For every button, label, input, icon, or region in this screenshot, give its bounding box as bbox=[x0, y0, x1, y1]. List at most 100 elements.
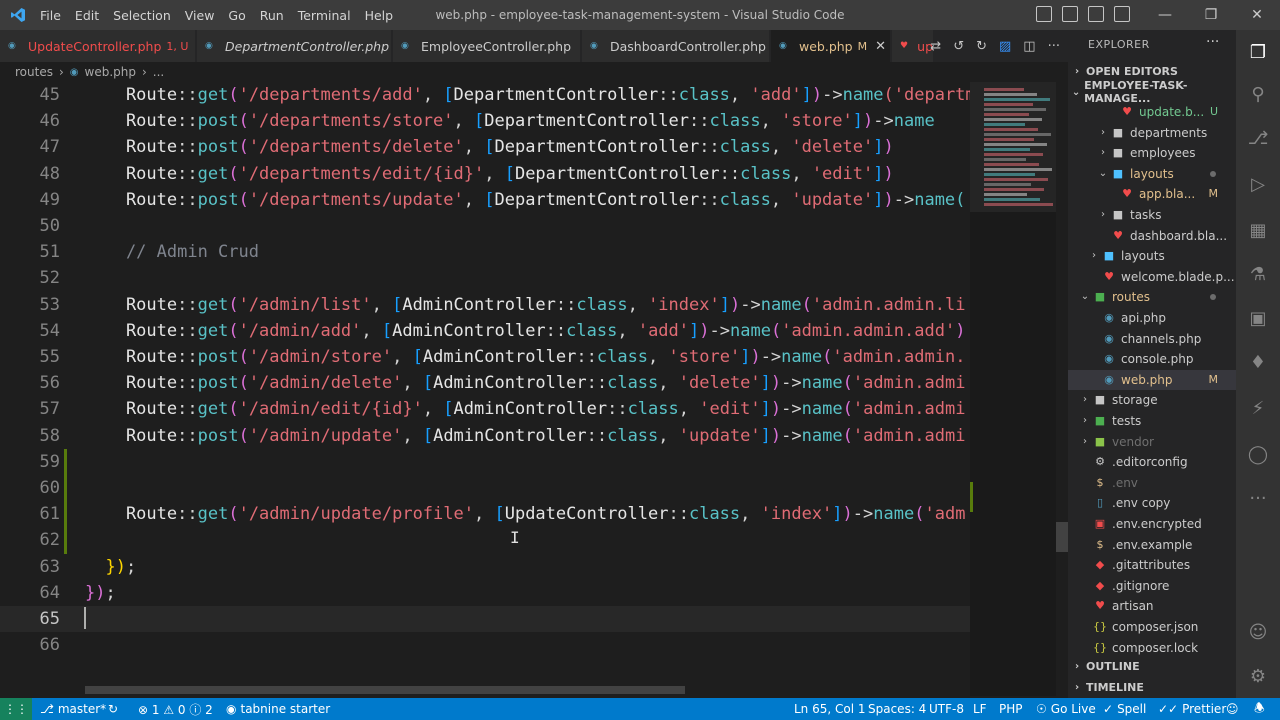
remote-indicator-icon[interactable]: ⋮⋮ bbox=[0, 698, 32, 720]
minimize-icon[interactable]: — bbox=[1142, 0, 1188, 30]
code-line[interactable]: 56 Route::post('/admin/delete', [AdminCo… bbox=[0, 370, 970, 396]
menu-item-run[interactable]: Run bbox=[260, 8, 284, 23]
tree-item-dashboard-bla[interactable]: ♥ dashboard.bla... bbox=[1068, 226, 1236, 246]
tree-item-channels-php[interactable]: ◉ channels.php bbox=[1068, 329, 1236, 349]
close-window-icon[interactable]: ✕ bbox=[1234, 0, 1280, 30]
tree-item-editorconfig[interactable]: ⚙ .editorconfig bbox=[1068, 452, 1236, 472]
code-line[interactable]: 46 Route::post('/departments/store', [De… bbox=[0, 108, 970, 134]
tree-item-env-copy[interactable]: ▯ .env copy bbox=[1068, 493, 1236, 513]
code-line[interactable]: 55 Route::post('/admin/store', [AdminCon… bbox=[0, 344, 970, 370]
feedback-icon[interactable]: ☺ bbox=[1226, 698, 1239, 720]
spell-check[interactable]: ✓ Spell bbox=[1103, 698, 1146, 720]
code-line[interactable]: 53 Route::get('/admin/list', [AdminContr… bbox=[0, 292, 970, 318]
tab-web-php[interactable]: ◉ web.php M ✕ bbox=[771, 30, 891, 62]
code-editor[interactable]: 45 Route::get('/departments/add', [Depar… bbox=[0, 82, 1068, 696]
extensions-icon[interactable]: ▦ bbox=[1246, 218, 1270, 242]
code-line[interactable]: 48 Route::get('/departments/edit/{id}', … bbox=[0, 161, 970, 187]
menu-item-file[interactable]: File bbox=[40, 8, 61, 23]
go-forward-icon[interactable]: ↻ bbox=[976, 39, 987, 54]
tree-item-update-b[interactable]: ♥ update.b... U bbox=[1068, 102, 1236, 122]
prettier-status[interactable]: ✓✓ Prettier bbox=[1158, 698, 1226, 720]
vertical-scrollbar[interactable] bbox=[1056, 82, 1068, 696]
accounts-icon[interactable]: ☺ bbox=[1246, 620, 1270, 644]
git-graph-icon[interactable]: ◯ bbox=[1246, 442, 1270, 466]
code-line[interactable]: 63 }); bbox=[0, 554, 970, 580]
open-changes-icon[interactable]: ▨ bbox=[999, 39, 1011, 54]
tabnine-status[interactable]: ◉ tabnine starter bbox=[226, 698, 330, 720]
tree-item-routes[interactable]: ⌄ ■ routes bbox=[1068, 287, 1236, 307]
tree-item-env-example[interactable]: $ .env.example bbox=[1068, 535, 1236, 555]
manage-gear-icon[interactable]: ⚙ bbox=[1246, 664, 1270, 688]
breadcrumb-item-routes[interactable]: routes bbox=[15, 65, 53, 79]
code-line[interactable]: 51 // Admin Crud bbox=[0, 239, 970, 265]
toggle-panel-icon[interactable] bbox=[1062, 6, 1078, 22]
scrollbar-thumb[interactable] bbox=[1056, 522, 1068, 552]
menu-item-selection[interactable]: Selection bbox=[113, 8, 171, 23]
tree-item-layouts[interactable]: ⌄ ■ layouts bbox=[1068, 164, 1236, 184]
toggle-secondary-sidebar-icon[interactable] bbox=[1088, 6, 1104, 22]
tab-up[interactable]: ♥ up bbox=[892, 30, 934, 62]
problems-indicator[interactable]: ⊗ 1 ⚠ 0 ⓘ 2 bbox=[138, 698, 213, 720]
go-back-icon[interactable]: ↺ bbox=[953, 39, 964, 54]
tree-item-gitignore[interactable]: ◆ .gitignore bbox=[1068, 576, 1236, 596]
tree-item-app-bla[interactable]: ♥ app.bla... M bbox=[1068, 184, 1236, 204]
end-of-line[interactable]: LF bbox=[973, 698, 987, 720]
code-line[interactable]: 61 Route::get('/admin/update/profile', [… bbox=[0, 501, 970, 527]
tree-item-env[interactable]: $ .env bbox=[1068, 473, 1236, 493]
project-section[interactable]: ⌄ EMPLOYEE-TASK-MANAGE... bbox=[1068, 79, 1236, 105]
menu-item-terminal[interactable]: Terminal bbox=[298, 8, 351, 23]
menu-item-go[interactable]: Go bbox=[228, 8, 245, 23]
menu-item-help[interactable]: Help bbox=[365, 8, 394, 23]
code-line[interactable]: 54 Route::get('/admin/add', [AdminContro… bbox=[0, 318, 970, 344]
tree-item-vendor[interactable]: › ■ vendor bbox=[1068, 432, 1236, 452]
code-line[interactable]: 45 Route::get('/departments/add', [Depar… bbox=[0, 82, 1068, 108]
breadcrumb-item-file[interactable]: web.php bbox=[85, 65, 136, 79]
indentation[interactable]: Spaces: 4 bbox=[868, 698, 926, 720]
more-actions-icon[interactable]: ··· bbox=[1048, 39, 1060, 54]
sync-icon[interactable]: ↻ bbox=[108, 698, 118, 720]
code-line[interactable]: 66 bbox=[0, 632, 970, 658]
tree-item-welcome-blade-p[interactable]: ♥ welcome.blade.p... bbox=[1068, 267, 1236, 287]
tree-item-env-encrypted[interactable]: ▣ .env.encrypted bbox=[1068, 514, 1236, 534]
go-live-button[interactable]: ☉ Go Live bbox=[1036, 698, 1096, 720]
code-line[interactable]: 65 bbox=[0, 606, 970, 632]
code-line[interactable]: 62 bbox=[0, 527, 970, 553]
tree-item-composer-json[interactable]: {} composer.json bbox=[1068, 617, 1236, 637]
code-line[interactable]: 50 bbox=[0, 213, 970, 239]
code-line[interactable]: 64}); bbox=[0, 580, 970, 606]
tree-item-tests[interactable]: › ■ tests bbox=[1068, 411, 1236, 431]
tab-employeecontroller-php[interactable]: ◉ EmployeeController.php bbox=[393, 30, 581, 62]
tree-item-departments[interactable]: › ■ departments bbox=[1068, 123, 1236, 143]
open-editors-section[interactable]: › OPEN EDITORS bbox=[1068, 61, 1236, 81]
tab-updatecontroller-php[interactable]: ◉ UpdateController.php 1, U bbox=[0, 30, 196, 62]
tab-departmentcontroller-php[interactable]: ◉ DepartmentController.php bbox=[197, 30, 392, 62]
thunder-client-icon[interactable]: ⚡ bbox=[1246, 396, 1270, 420]
explorer-icon[interactable]: ❐ bbox=[1246, 40, 1270, 64]
notifications-icon[interactable]: 🕭 bbox=[1254, 698, 1265, 720]
tabnine-icon[interactable]: ♦ bbox=[1246, 350, 1270, 374]
more-actions-icon[interactable]: ··· bbox=[1206, 34, 1219, 50]
code-line[interactable]: 47 Route::post('/departments/delete', [D… bbox=[0, 134, 970, 160]
added-lines-marker[interactable] bbox=[64, 448, 67, 554]
code-line[interactable]: 58 Route::post('/admin/update', [AdminCo… bbox=[0, 423, 970, 449]
close-tab-icon[interactable]: ✕ bbox=[875, 39, 886, 54]
horizontal-scrollbar[interactable] bbox=[85, 686, 685, 694]
tree-item-layouts[interactable]: › ■ layouts bbox=[1068, 246, 1236, 266]
menu-item-edit[interactable]: Edit bbox=[75, 8, 99, 23]
branch-indicator[interactable]: ⎇ master* bbox=[40, 698, 106, 720]
tree-item-composer-lock[interactable]: {} composer.lock bbox=[1068, 638, 1236, 658]
cursor-position[interactable]: Ln 65, Col 1 bbox=[794, 698, 866, 720]
tree-item-employees[interactable]: › ■ employees bbox=[1068, 143, 1236, 163]
remote-explorer-icon[interactable]: ▣ bbox=[1246, 306, 1270, 330]
encoding[interactable]: UTF-8 bbox=[929, 698, 964, 720]
toggle-primary-sidebar-icon[interactable] bbox=[1036, 6, 1052, 22]
customize-layout-icon[interactable] bbox=[1114, 6, 1130, 22]
source-control-diff-icon[interactable]: ⇄ bbox=[930, 39, 941, 54]
run-debug-icon[interactable]: ▷ bbox=[1246, 172, 1270, 196]
more-views-icon[interactable]: ··· bbox=[1246, 486, 1270, 510]
source-control-icon[interactable]: ⎇ bbox=[1246, 126, 1270, 150]
menu-item-view[interactable]: View bbox=[185, 8, 215, 23]
tree-item-console-php[interactable]: ◉ console.php bbox=[1068, 349, 1236, 369]
tree-item-tasks[interactable]: › ■ tasks bbox=[1068, 205, 1236, 225]
tree-item-web-php[interactable]: ◉ web.php M bbox=[1068, 369, 1236, 390]
